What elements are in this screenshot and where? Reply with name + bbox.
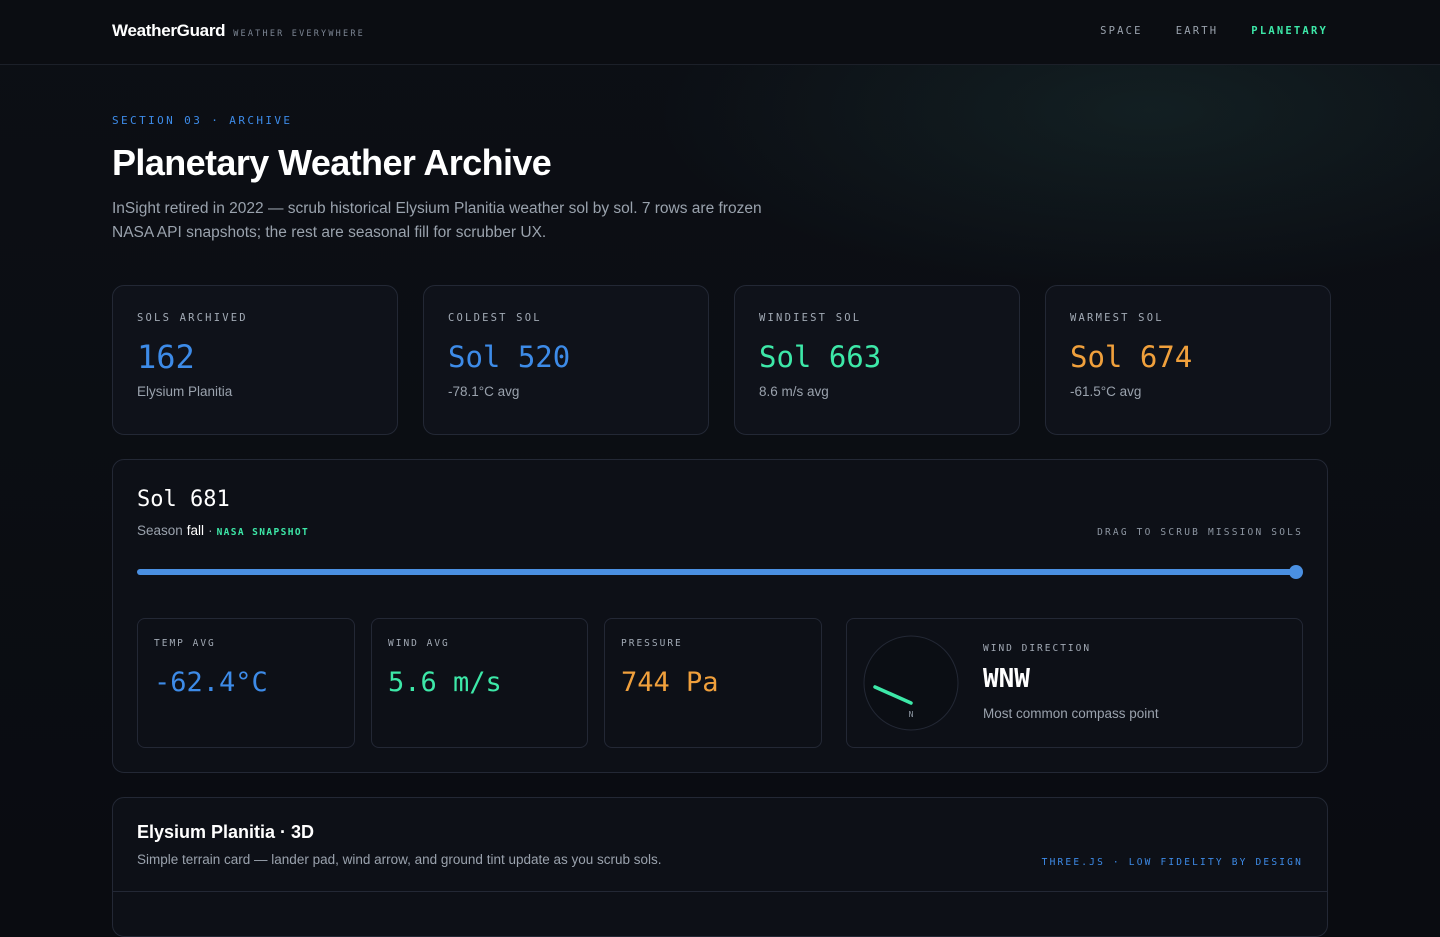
metric-card-temp: TEMP AVG -62.4°C: [137, 618, 355, 748]
stat-sub: Elysium Planitia: [137, 384, 233, 399]
stat-value: Sol 674: [1070, 340, 1193, 374]
slider-thumb[interactable]: [1289, 565, 1303, 579]
stat-sub: -78.1°C avg: [448, 384, 520, 399]
brand-name[interactable]: WeatherGuard: [112, 21, 226, 41]
meta-separator: ·: [208, 523, 213, 538]
stat-card-sols-archived: SOLS ARCHIVED 162 Elysium Planitia: [112, 285, 398, 435]
brand[interactable]: WeatherGuard WEATHER EVERYWHERE: [112, 21, 365, 41]
sol-scrubber-slider[interactable]: [137, 562, 1303, 582]
stat-label: COLDEST SOL: [448, 312, 542, 324]
metric-card-wind-direction: N WIND DIRECTION WNW Most common compass…: [846, 618, 1303, 748]
stat-cards: SOLS ARCHIVED 162 Elysium Planitia COLDE…: [112, 285, 1331, 435]
stat-label: SOLS ARCHIVED: [137, 312, 248, 324]
section-eyebrow: SECTION 03 · ARCHIVE: [112, 114, 293, 127]
metric-value: -62.4°C: [154, 667, 268, 698]
compass-icon: N: [863, 635, 959, 731]
stat-value: Sol 520: [448, 340, 571, 374]
metric-label: TEMP AVG: [154, 638, 216, 649]
top-bar: WeatherGuard WEATHER EVERYWHERE SPACE EA…: [0, 0, 1440, 65]
metric-card-wind: WIND AVG 5.6 m/s: [371, 618, 588, 748]
metric-label: PRESSURE: [621, 638, 683, 649]
slider-fill: [137, 569, 1296, 575]
sol-viewer-panel: Sol 681 Season fall · NASA SNAPSHOT DRAG…: [112, 459, 1328, 773]
season-prefix: Season: [137, 523, 183, 538]
wind-direction-value: WNW: [983, 664, 1030, 694]
stat-card-warmest-sol: WARMEST SOL Sol 674 -61.5°C avg: [1045, 285, 1331, 435]
wind-direction-sub: Most common compass point: [983, 706, 1159, 721]
wind-direction-text: WIND DIRECTION WNW Most common compass p…: [983, 643, 1159, 721]
stat-value: 162: [137, 338, 195, 376]
metric-value: 5.6 m/s: [388, 667, 502, 698]
terrain-title: Elysium Planitia · 3D: [137, 822, 315, 842]
terrain-description: Simple terrain card — lander pad, wind a…: [137, 852, 662, 867]
main-nav: SPACE EARTH PLANETARY: [1100, 25, 1328, 37]
terrain-3d-panel: Elysium Planitia · 3D Simple terrain car…: [112, 797, 1328, 937]
stat-card-windiest-sol: WINDIEST SOL Sol 663 8.6 m/s avg: [734, 285, 1020, 435]
drag-hint: DRAG TO SCRUB MISSION SOLS: [1097, 527, 1303, 538]
stat-label: WARMEST SOL: [1070, 312, 1164, 324]
metric-label: WIND AVG: [388, 638, 450, 649]
nasa-snapshot-badge: NASA SNAPSHOT: [216, 527, 310, 538]
nav-earth[interactable]: EARTH: [1176, 25, 1219, 37]
sol-meta: Season fall · NASA SNAPSHOT: [137, 523, 309, 538]
stat-value: Sol 663: [759, 340, 882, 374]
metric-label: WIND DIRECTION: [983, 643, 1092, 654]
stat-sub: -61.5°C avg: [1070, 384, 1142, 399]
stat-sub: 8.6 m/s avg: [759, 384, 829, 399]
nav-planetary[interactable]: PLANETARY: [1251, 25, 1328, 37]
page-description: InSight retired in 2022 — scrub historic…: [112, 200, 762, 241]
divider: [113, 891, 1327, 892]
metric-card-pressure: PRESSURE 744 Pa: [604, 618, 822, 748]
terrain-tag: THREE.JS · LOW FIDELITY BY DESIGN: [1041, 857, 1303, 868]
brand-tagline: WEATHER EVERYWHERE: [233, 29, 365, 39]
stat-label: WINDIEST SOL: [759, 312, 862, 324]
season-value: fall: [186, 523, 205, 538]
metric-value: 744 Pa: [621, 667, 719, 698]
compass-north-label: N: [909, 710, 914, 719]
stat-card-coldest-sol: COLDEST SOL Sol 520 -78.1°C avg: [423, 285, 709, 435]
nav-space[interactable]: SPACE: [1100, 25, 1143, 37]
page-title: Planetary Weather Archive: [112, 142, 552, 183]
sol-title: Sol 681: [137, 487, 230, 512]
